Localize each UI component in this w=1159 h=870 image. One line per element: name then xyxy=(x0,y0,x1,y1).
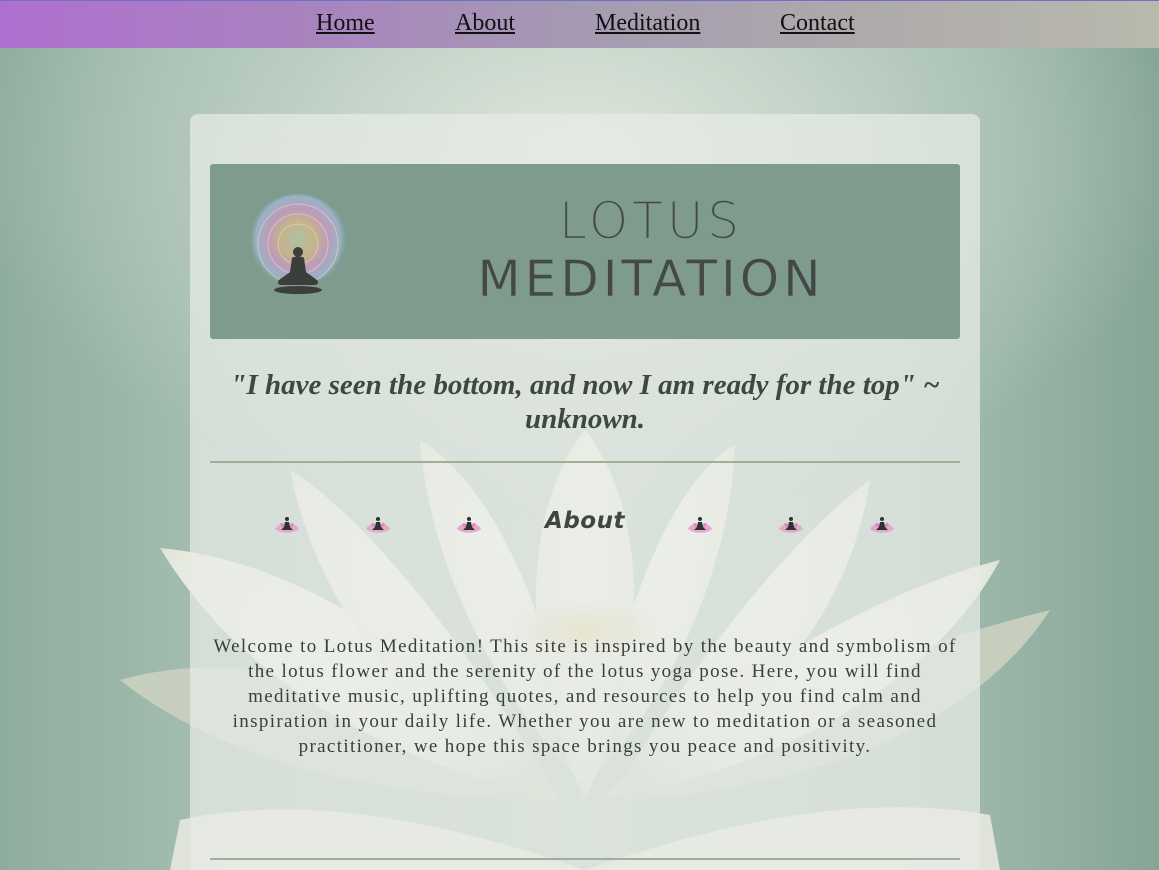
divider xyxy=(210,461,960,463)
site-title: LOTUS MEDITATION xyxy=(446,192,856,308)
lotus-meditation-icon xyxy=(779,517,803,533)
lotus-meditation-icon xyxy=(688,517,712,533)
lotus-meditation-icon xyxy=(457,517,481,533)
site-title-line2: MEDITATION xyxy=(477,250,825,308)
nav-contact-link[interactable]: Contact xyxy=(780,10,855,37)
content-card: LOTUS MEDITATION "I have seen the bottom… xyxy=(190,114,980,870)
site-banner: LOTUS MEDITATION xyxy=(210,164,960,339)
site-title-line1: LOTUS xyxy=(558,192,744,250)
nav-about-link[interactable]: About xyxy=(455,10,515,37)
divider xyxy=(210,858,960,860)
about-heading: About xyxy=(545,508,625,534)
nav-home-link[interactable]: Home xyxy=(316,10,375,37)
about-heading-row: About xyxy=(210,504,960,544)
about-body-text: Welcome to Lotus Meditation! This site i… xyxy=(213,636,957,757)
nav-meditation-link[interactable]: Meditation xyxy=(595,10,700,37)
lotus-meditation-icon xyxy=(870,517,894,533)
inspirational-quote: "I have seen the bottom, and now I am re… xyxy=(230,369,940,435)
top-nav: Home About Meditation Contact xyxy=(0,0,1159,48)
meditating-figure-mandala-icon xyxy=(248,194,348,294)
lotus-meditation-icon xyxy=(275,517,299,533)
lotus-meditation-icon xyxy=(366,517,390,533)
